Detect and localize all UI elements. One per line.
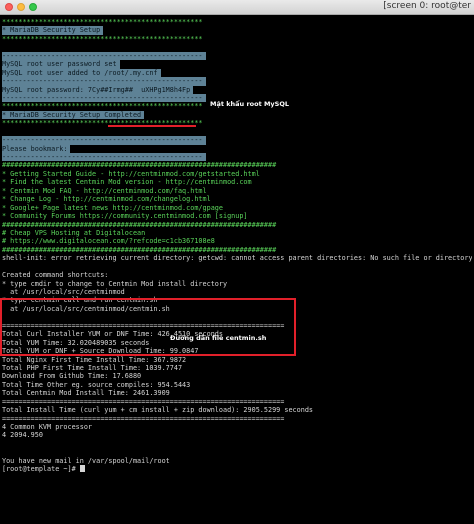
terminal-line: 4 2094.950 [2, 431, 472, 439]
terminal-line-text: ****************************************… [2, 102, 203, 111]
terminal-line-text: * Find the latest Centmin Mod version - … [2, 178, 252, 187]
terminal-line: shell-init: error retrieving current dir… [2, 254, 472, 262]
terminal-line: Total Install Time (curl yum + cm instal… [2, 406, 472, 414]
terminal-line: * Find the latest Centmin Mod version - … [2, 178, 472, 186]
password-annotation-label: Mật khẩu root MySQL [210, 100, 290, 108]
terminal-line: * Google+ Page latest news http://centmi… [2, 204, 472, 212]
zoom-window-icon[interactable] [29, 3, 37, 11]
terminal-line-text: ----------------------------------------… [2, 136, 206, 145]
window-title: [screen 0: root@ter [383, 1, 471, 11]
shortcuts-highlight-box [0, 298, 296, 356]
terminal-line-text: # Cheap VPS Hosting at Digitalocean [2, 228, 146, 237]
terminal-line: * Centmin Mod FAQ - http://centminmod.co… [2, 187, 472, 195]
terminal-line-text: MySQL root user password set [2, 60, 120, 69]
terminal-line-text: * MariaDB Security Setup Completed [2, 110, 145, 120]
terminal-line: # https://www.digitalocean.com/?refcode=… [2, 237, 472, 245]
terminal-line: ****************************************… [2, 18, 472, 26]
terminal-line-text: 4 2094.950 [2, 431, 43, 440]
terminal-line-text: MySQL root user added to /root/.my.cnf [2, 68, 161, 78]
cursor-icon [79, 465, 85, 473]
terminal-line-text: ----------------------------------------… [2, 93, 206, 103]
terminal-line-text: * Change Log - http://centminmod.com/cha… [2, 195, 211, 204]
terminal-line-text: ****************************************… [2, 18, 203, 26]
terminal-line: ----------------------------------------… [2, 136, 472, 145]
terminal-line: ========================================… [2, 398, 472, 406]
terminal-line: * Change Log - http://centminmod.com/cha… [2, 195, 472, 203]
terminal-line-text: Created command shortcuts: [2, 271, 109, 280]
terminal-line-text: * MariaDB Security Setup [2, 26, 104, 35]
terminal-line: 4 Common KVM processor [2, 423, 472, 431]
terminal-line: ----------------------------------------… [2, 51, 472, 61]
close-window-icon[interactable] [5, 3, 13, 11]
terminal-line-text: You have new mail in /var/spool/mail/roo… [2, 456, 170, 465]
terminal-line: * type cmdir to change to Centmin Mod in… [2, 280, 472, 288]
terminal-line: Total Centmin Mod Install Time: 2461.390… [2, 389, 472, 397]
terminal-line: ########################################… [2, 246, 472, 254]
terminal-line: ****************************************… [2, 35, 472, 43]
terminal-line-text: ########################################… [2, 161, 277, 170]
terminal-output[interactable]: ****************************************… [2, 18, 472, 524]
terminal-line: Please bookmark: [2, 144, 472, 154]
terminal-line: * Getting Started Guide - http://centmin… [2, 170, 472, 178]
terminal-line-text: * Community Forums https://community.cen… [2, 212, 248, 221]
terminal-line-text: ----------------------------------------… [2, 153, 206, 162]
window-controls [5, 3, 37, 11]
terminal-line: ########################################… [2, 221, 472, 229]
terminal-line-text: * Google+ Page latest news http://centmi… [2, 203, 223, 212]
terminal-line-text: 4 Common KVM processor [2, 423, 93, 431]
shell-prompt: [root@template ~]# [2, 465, 80, 474]
prompt-line[interactable]: [root@template ~]# [2, 465, 472, 473]
terminal-line: MySQL root user added to /root/.my.cnf [2, 68, 472, 78]
window-titlebar: [screen 0: root@ter [0, 0, 474, 15]
terminal-line-text: ----------------------------------------… [2, 77, 206, 86]
terminal-line: ----------------------------------------… [2, 153, 472, 162]
terminal-line-text: ----------------------------------------… [2, 51, 206, 61]
terminal-line: ########################################… [2, 161, 472, 169]
terminal-line: * MariaDB Security Setup [2, 26, 472, 35]
terminal-line: Download From Github Time: 17.6880 [2, 372, 472, 380]
terminal-line: ========================================… [2, 415, 472, 423]
terminal-line: # Cheap VPS Hosting at Digitalocean [2, 229, 472, 237]
terminal-line-text: at /usr/local/src/centminmod [2, 288, 125, 296]
path-annotation-label: Đường dẫn file centmin.sh [170, 334, 267, 342]
terminal-line-text: Total Centmin Mod Install Time: 2461.390… [2, 389, 170, 398]
minimize-window-icon[interactable] [17, 3, 25, 11]
terminal-line-text: ========================================… [2, 397, 285, 406]
terminal-line: * MariaDB Security Setup Completed [2, 110, 472, 120]
terminal-line: * Community Forums https://community.cen… [2, 212, 472, 220]
terminal-line-text: ########################################… [2, 245, 277, 254]
terminal-line-text: * Getting Started Guide - http://centmin… [2, 169, 260, 178]
terminal-line-text: Total Install Time (curl yum + cm instal… [2, 406, 313, 415]
terminal-line-text: Download From Github Time: 17.6880 [2, 372, 142, 381]
password-underline-annotation [108, 125, 196, 127]
terminal-line: Total Nginx First Time Install Time: 367… [2, 356, 472, 364]
terminal-line-text: Please bookmark: [2, 144, 71, 154]
terminal-line: at /usr/local/src/centminmod [2, 288, 472, 296]
terminal-line-text: Total Time Other eg. source compiles: 95… [2, 380, 191, 389]
terminal-line-text: ========================================… [2, 414, 285, 423]
terminal-line-text: ########################################… [2, 220, 277, 229]
terminal-line: MySQL root user password set [2, 60, 472, 69]
terminal-line-text: Total Nginx First Time Install Time: 367… [2, 355, 187, 364]
terminal-line-text: shell-init: error retrieving current dir… [2, 254, 472, 263]
terminal-line: Created command shortcuts: [2, 271, 472, 279]
terminal-line-text: # https://www.digitalocean.com/?refcode=… [2, 237, 215, 246]
terminal-line-text: ****************************************… [2, 34, 203, 43]
terminal-line-text: MySQL root password: 7Cy##Irmg## uXHPg1M… [2, 85, 194, 94]
terminal-line: Total Time Other eg. source compiles: 95… [2, 381, 472, 389]
terminal-line-text: * Centmin Mod FAQ - http://centminmod.co… [2, 186, 207, 195]
terminal-line: Total PHP First Time Install Time: 1039.… [2, 364, 472, 372]
terminal-line: You have new mail in /var/spool/mail/roo… [2, 457, 472, 465]
terminal-line: ****************************************… [2, 119, 472, 127]
terminal-line: ----------------------------------------… [2, 77, 472, 86]
terminal-line: MySQL root password: 7Cy##Irmg## uXHPg1M… [2, 85, 472, 94]
terminal-line-text: Total PHP First Time Install Time: 1039.… [2, 363, 183, 372]
terminal-line-text: * type cmdir to change to Centmin Mod in… [2, 279, 228, 288]
